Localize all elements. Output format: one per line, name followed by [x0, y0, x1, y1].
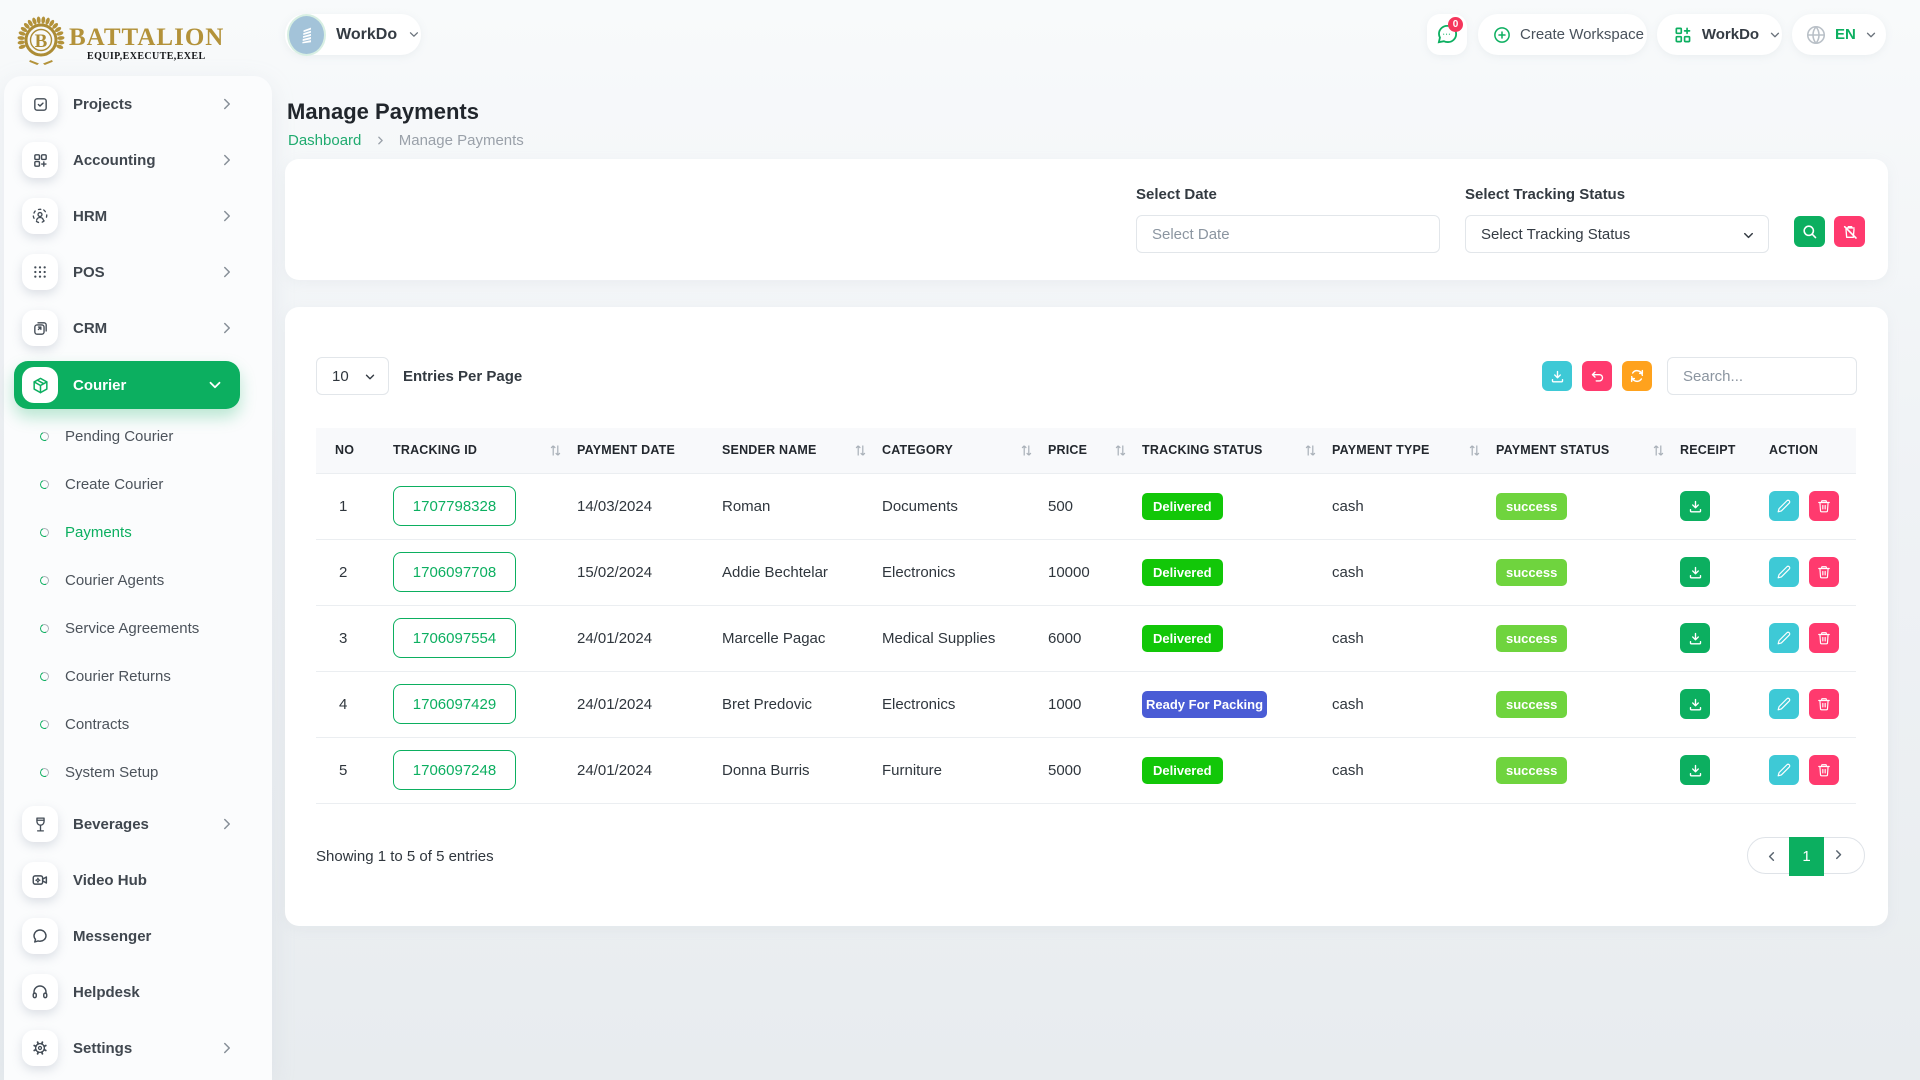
svg-text:B: B [35, 31, 48, 52]
